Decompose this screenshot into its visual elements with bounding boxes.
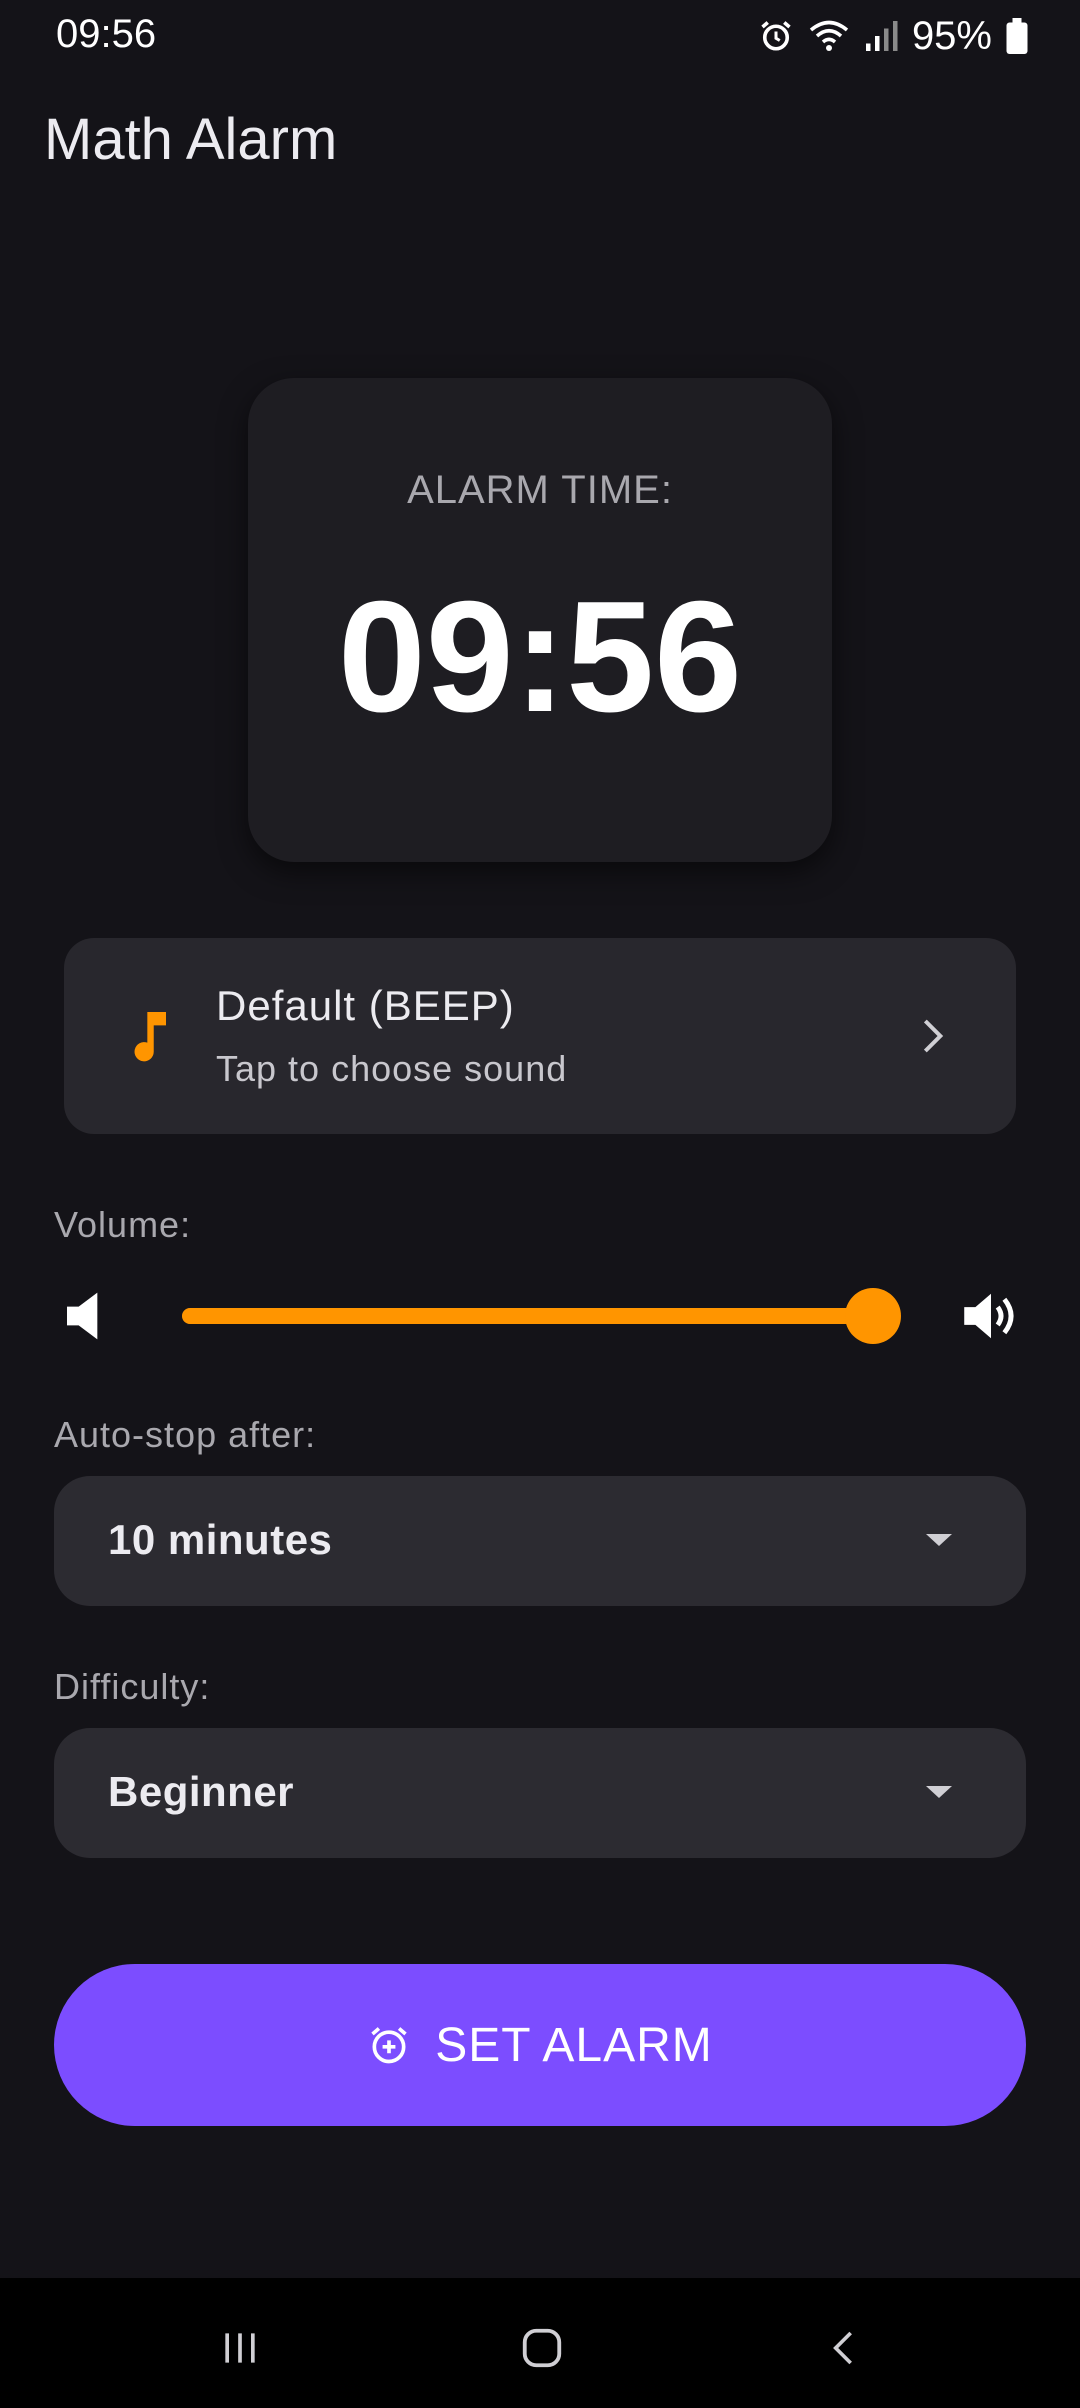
wifi-icon (808, 18, 850, 54)
recents-icon[interactable] (210, 2318, 270, 2378)
difficulty-value: Beginner (108, 1768, 295, 1815)
home-icon[interactable] (512, 2318, 572, 2378)
volume-high-icon[interactable] (962, 1286, 1020, 1346)
status-icons: 95% (758, 12, 1028, 60)
dropdown-arrow-icon (924, 1530, 954, 1550)
sound-subtitle: Tap to choose sound (216, 1048, 568, 1089)
music-note-icon (118, 1004, 182, 1068)
volume-slider-thumb[interactable] (844, 1288, 901, 1344)
sound-picker[interactable]: Default (BEEP) Tap to choose sound (64, 938, 1016, 1134)
set-alarm-button[interactable]: SET ALARM (54, 1964, 1026, 2126)
sound-title: Default (BEEP) (216, 982, 515, 1029)
set-alarm-label: SET ALARM (435, 2018, 713, 2072)
difficulty-label: Difficulty: (54, 1666, 211, 1707)
volume-slider-fill (182, 1308, 873, 1324)
volume-slider[interactable] (182, 1288, 901, 1344)
back-icon[interactable] (814, 2318, 874, 2378)
auto-stop-dropdown[interactable]: 10 minutes (54, 1476, 1026, 1606)
auto-stop-value: 10 minutes (108, 1516, 333, 1563)
dropdown-arrow-icon (924, 1782, 954, 1802)
status-time: 09:56 (56, 12, 157, 56)
status-bar: 09:56 95% (0, 0, 1080, 72)
alarm-time-label: ALARM TIME: (407, 468, 673, 512)
battery-percent: 95% (911, 13, 992, 58)
alarm-time-card[interactable]: ALARM TIME: 09:56 (248, 378, 832, 862)
app-title: Math Alarm (44, 107, 338, 172)
alarm-time-value: 09:56 (337, 569, 743, 745)
volume-label: Volume: (54, 1204, 192, 1245)
alarm-add-icon (367, 2023, 411, 2067)
chevron-right-icon (912, 1016, 952, 1056)
auto-stop-label: Auto-stop after: (54, 1414, 317, 1455)
volume-low-icon[interactable] (64, 1288, 112, 1344)
difficulty-dropdown[interactable]: Beginner (54, 1728, 1026, 1858)
alarm-icon (758, 18, 794, 54)
system-nav-bar (0, 2278, 1080, 2408)
signal-icon (864, 18, 898, 54)
battery-icon (1006, 18, 1028, 54)
